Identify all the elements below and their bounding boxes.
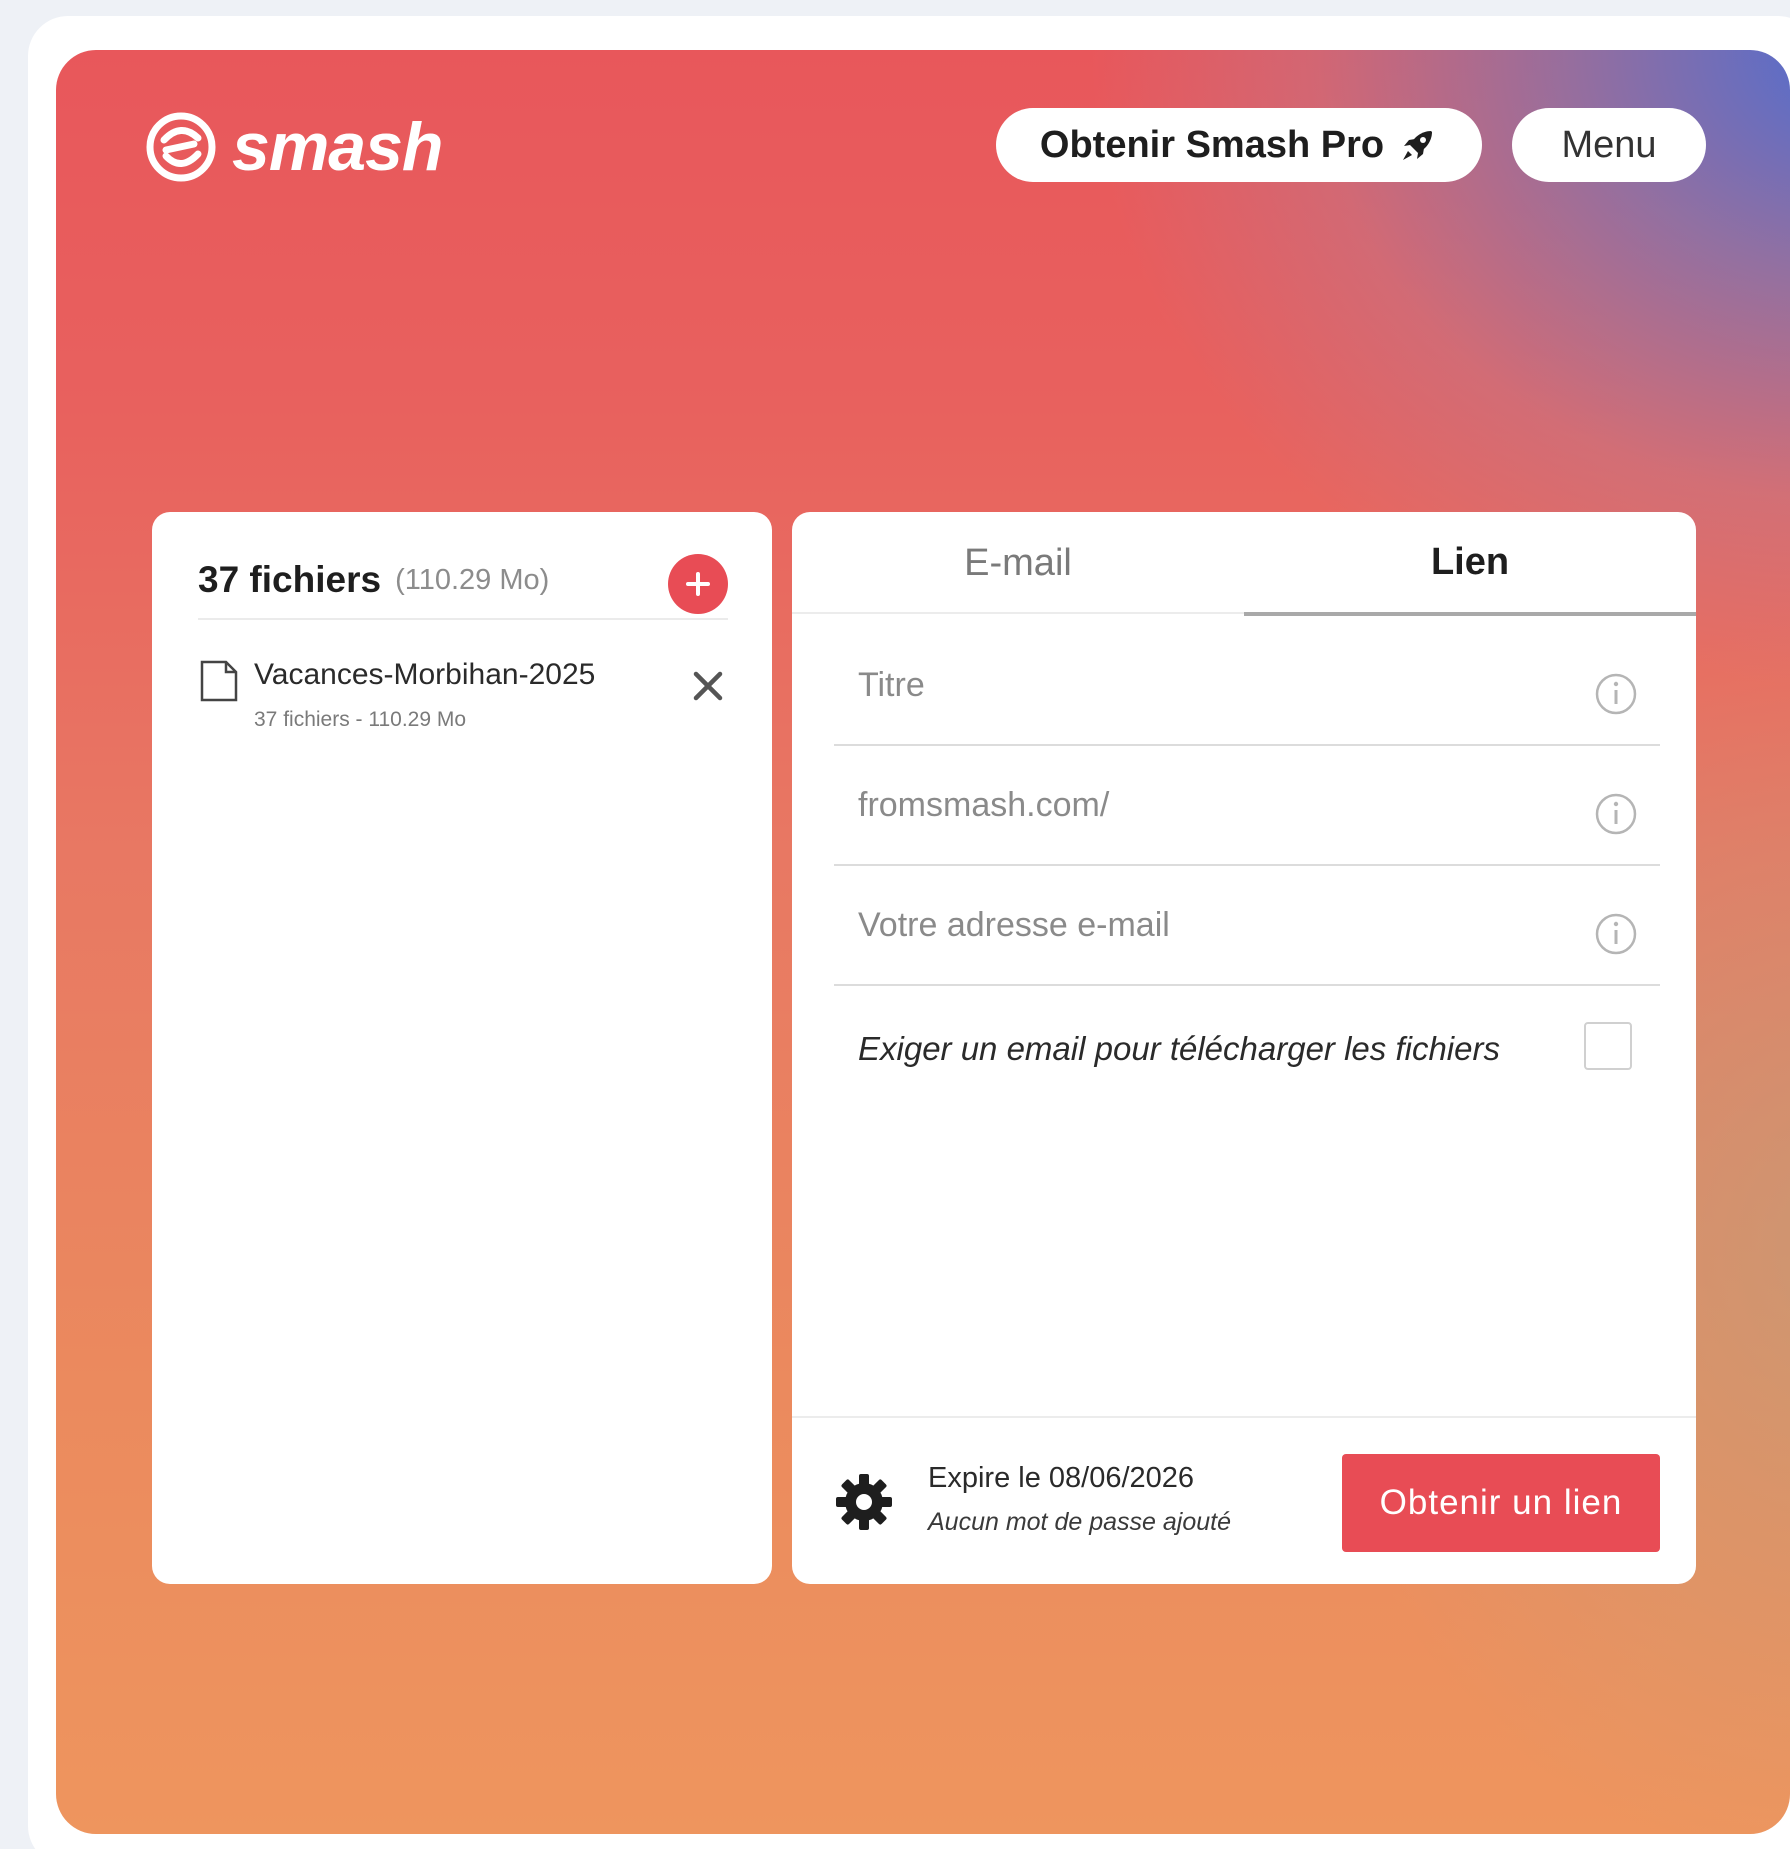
rocket-icon: [1403, 131, 1433, 160]
file-name: Vacances-Morbihan-2025: [254, 658, 596, 691]
email-field: [834, 866, 1660, 986]
add-files-button[interactable]: [668, 554, 728, 614]
add-icon: [686, 572, 710, 596]
info-icon[interactable]: [1594, 912, 1638, 956]
files-header: 37 fichiers (110.29 Mo): [198, 542, 728, 620]
share-tabs: E-mail Lien: [792, 512, 1696, 616]
info-icon[interactable]: [1594, 792, 1638, 836]
tab-email[interactable]: E-mail: [792, 512, 1244, 614]
url-input[interactable]: [858, 786, 1558, 825]
files-count: 37 fichiers: [198, 559, 382, 600]
email-input[interactable]: [858, 906, 1558, 945]
get-link-button[interactable]: Obtenir un lien: [1342, 1454, 1660, 1552]
menu-button[interactable]: Menu: [1512, 108, 1706, 182]
smash-logo[interactable]: smash: [144, 102, 443, 192]
expire-date: Expire le 08/06/2026: [928, 1462, 1195, 1494]
tab-link[interactable]: Lien: [1244, 512, 1696, 616]
close-icon[interactable]: [688, 666, 728, 706]
require-email-checkbox[interactable]: [1584, 1022, 1632, 1070]
gear-icon[interactable]: [832, 1470, 896, 1534]
require-email-label: Exiger un email pour télécharger les fic…: [858, 1030, 1500, 1067]
files-panel: 37 fichiers (110.29 Mo) Vacances-Morbiha…: [152, 512, 772, 1584]
hero-background: smash Obtenir Smash Pro Menu 37 fichiers…: [56, 50, 1790, 1834]
file-icon: [200, 660, 238, 702]
require-email-row: Exiger un email pour télécharger les fic…: [858, 1018, 1638, 1078]
url-field: [834, 746, 1660, 866]
info-icon[interactable]: [1594, 672, 1638, 716]
title-input[interactable]: [858, 666, 1558, 705]
password-status: Aucun mot de passe ajouté: [928, 1508, 1231, 1536]
get-smash-pro-label: Obtenir Smash Pro: [1039, 123, 1385, 166]
get-smash-pro-button[interactable]: Obtenir Smash Pro: [996, 108, 1482, 182]
logo-text: smash: [232, 109, 443, 185]
share-footer: Expire le 08/06/2026 Aucun mot de passe …: [792, 1416, 1696, 1584]
smash-logo-icon: [146, 112, 216, 182]
files-total-size: (110.29 Mo): [395, 563, 550, 596]
title-field: [834, 626, 1660, 746]
list-item[interactable]: Vacances-Morbihan-2025 37 fichiers - 110…: [200, 648, 730, 738]
file-meta: 37 fichiers - 110.29 Mo: [254, 708, 467, 731]
share-panel: E-mail Lien Titre fromsmash.com/ Votre a…: [792, 512, 1696, 1584]
menu-label: Menu: [1561, 123, 1657, 166]
